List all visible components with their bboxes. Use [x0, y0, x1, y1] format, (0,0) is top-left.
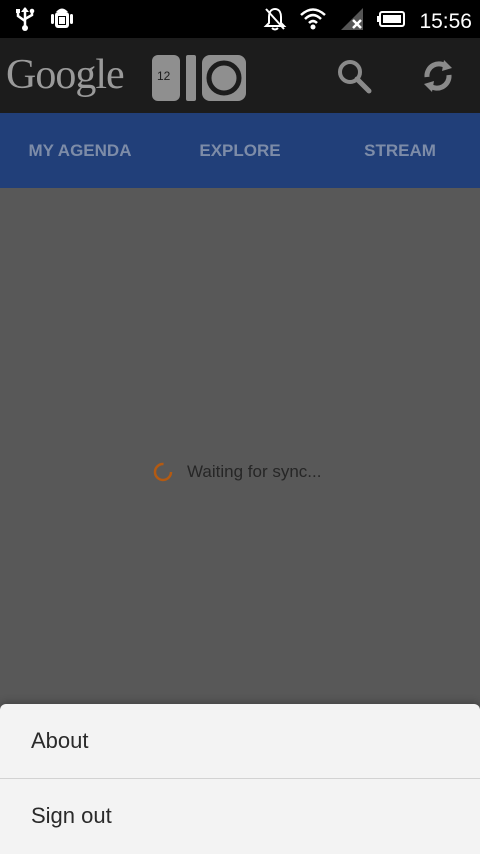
usb-icon	[14, 6, 36, 37]
refresh-icon[interactable]	[419, 57, 457, 95]
action-bar: Google 12	[0, 38, 480, 113]
tab-my-agenda[interactable]: MY AGENDA	[0, 113, 160, 188]
tab-explore[interactable]: EXPLORE	[160, 113, 320, 188]
menu-item-label: Sign out	[31, 803, 112, 828]
io-badge-number: 12	[157, 69, 171, 83]
sync-status: Waiting for sync...	[153, 462, 321, 482]
tab-label: MY AGENDA	[28, 140, 132, 160]
brand-text: Google	[6, 52, 125, 98]
tab-label: EXPLORE	[199, 140, 281, 160]
menu-item-label: About	[31, 728, 89, 753]
tab-stream[interactable]: STREAM	[320, 113, 480, 188]
waiting-text: Waiting for sync...	[187, 462, 322, 481]
notifications-off-icon	[263, 6, 287, 37]
menu-item-about[interactable]: About	[0, 704, 480, 778]
battery-icon	[377, 6, 407, 37]
menu-item-sign-out[interactable]: Sign out	[0, 779, 480, 853]
google-io-logo: Google	[6, 50, 125, 100]
io-badge: 12	[152, 55, 246, 101]
status-bar: 15:56	[0, 0, 480, 38]
content-area: Waiting for sync...	[0, 188, 480, 704]
signal-no-sim-icon	[339, 6, 365, 37]
clock: 15:56	[419, 9, 472, 33]
options-menu: About Sign out	[0, 704, 480, 854]
android-debug-icon	[50, 6, 74, 37]
tab-bar: MY AGENDA EXPLORE STREAM	[0, 113, 480, 188]
spinner-icon	[153, 462, 173, 482]
tab-label: STREAM	[364, 140, 436, 160]
search-icon[interactable]	[335, 57, 373, 95]
wifi-icon	[299, 6, 327, 37]
